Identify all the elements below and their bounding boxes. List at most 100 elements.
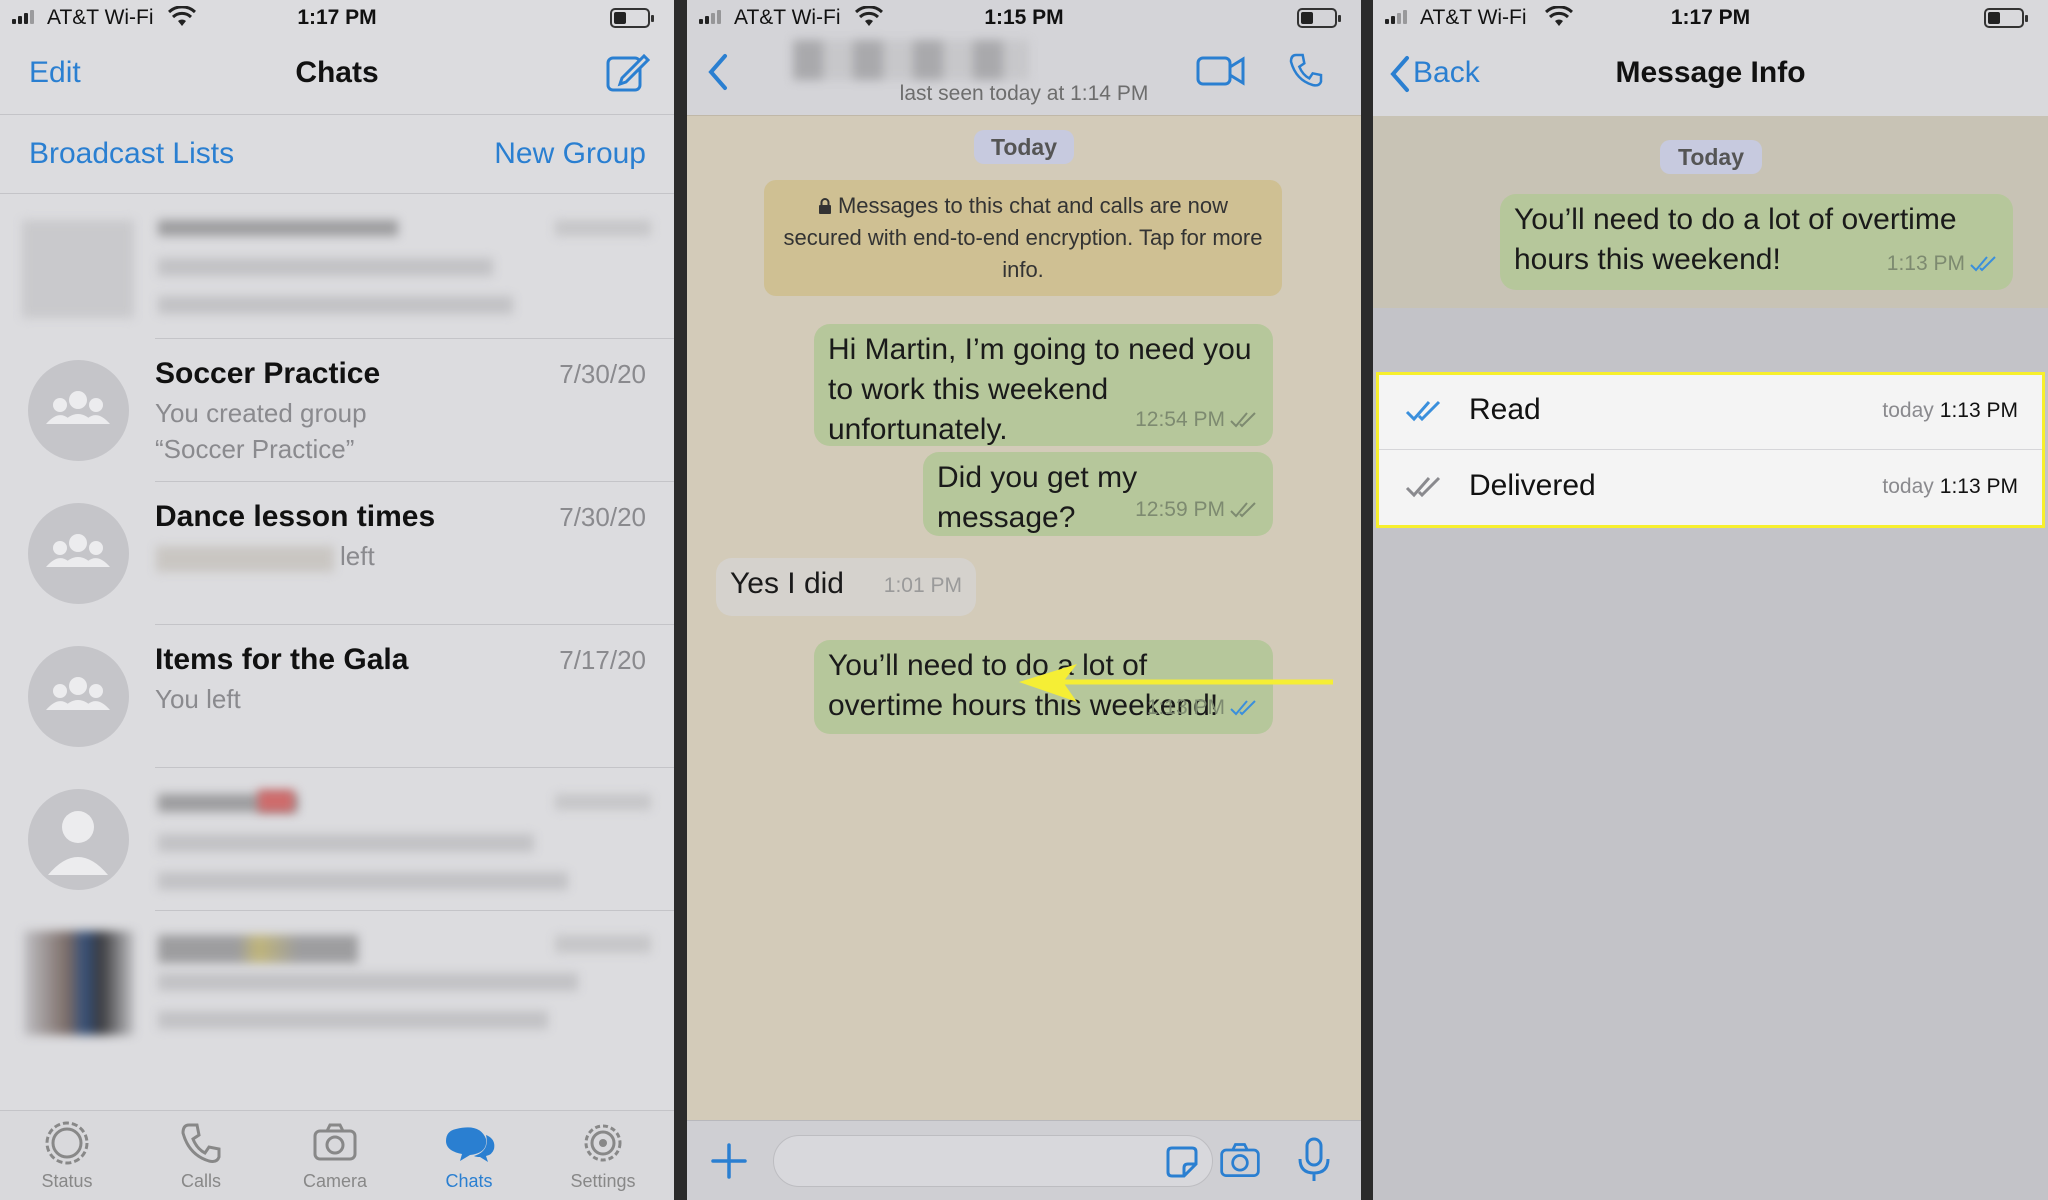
sticker-icon[interactable]	[1164, 1144, 1200, 1180]
receipt-time: 1:13 PM	[1939, 475, 2018, 498]
chats-screen: AT&T Wi-Fi 1:17 PM Edit Chats Broadcast …	[0, 0, 674, 1200]
group-avatar	[28, 360, 129, 461]
tab-label: Calls	[180, 1171, 221, 1191]
redacted-preview	[158, 973, 578, 991]
receipt-timestamp: today 1:13 PM	[1882, 399, 2018, 423]
contact-avatar	[28, 789, 129, 890]
read-receipt-row: Read today 1:13 PM	[1379, 375, 2042, 450]
message-text: Yes I did	[730, 567, 844, 600]
chat-date: 7/30/20	[559, 502, 646, 532]
chat-row-redacted[interactable]	[0, 196, 674, 339]
redacted-date	[555, 220, 651, 236]
double-check-icon	[1230, 412, 1256, 428]
message-time: 12:59 PM	[1135, 498, 1225, 521]
battery-icon	[1984, 8, 2028, 28]
chat-row-redacted[interactable]	[0, 768, 674, 911]
chat-name: Dance lesson times	[155, 500, 436, 533]
date-chip: Today	[974, 130, 1074, 164]
tab-label: Settings	[570, 1171, 636, 1191]
group-icon	[46, 391, 110, 424]
message-time: 1:13 PM	[1886, 252, 1965, 275]
tab-bar: Status Calls Camera Chats Settings	[0, 1110, 674, 1200]
redacted-date	[555, 794, 651, 810]
page-title: Chats	[295, 56, 379, 89]
page-title: Message Info	[1615, 56, 1806, 89]
message-bubble-outgoing[interactable]: Did you get my message? 12:59 PM	[923, 452, 1273, 536]
message-info-screen: AT&T Wi-Fi 1:17 PM Back Message Info Tod…	[1373, 0, 2048, 1200]
microphone-icon[interactable]	[1296, 1137, 1332, 1185]
tab-settings[interactable]: Settings	[536, 1119, 670, 1192]
tab-camera[interactable]: Camera	[268, 1119, 402, 1192]
chat-date: 7/30/20	[559, 359, 646, 389]
conversation-screen: AT&T Wi-Fi 1:15 PM last seen today at 1:…	[687, 0, 1361, 1200]
message-meta: 1:13 PM	[1887, 244, 1999, 284]
lock-icon	[818, 198, 831, 214]
video-call-icon[interactable]	[1196, 54, 1246, 88]
message-time: 12:54 PM	[1135, 408, 1225, 431]
message-text: Did you get my message?	[937, 461, 1138, 534]
redacted-name	[158, 935, 358, 963]
chat-row-items-for-the-gala[interactable]: Items for the Gala 7/17/20 You left	[0, 625, 674, 768]
double-check-icon	[1230, 502, 1256, 518]
redacted-avatar	[24, 931, 134, 1035]
chat-preview: You created group “Soccer Practice”	[155, 395, 367, 467]
chat-row-redacted[interactable]	[0, 911, 674, 1054]
redacted-member-name	[156, 546, 334, 572]
chat-preview-line: You created group	[155, 398, 367, 428]
receipt-timestamp: today 1:13 PM	[1882, 475, 2018, 499]
last-seen-label: last seen today at 1:14 PM	[899, 82, 1149, 105]
group-icon	[46, 677, 110, 710]
status-icon	[45, 1121, 89, 1165]
redacted-preview	[158, 258, 493, 276]
receipt-label: Delivered	[1469, 469, 1596, 502]
chat-name: Items for the Gala	[155, 643, 409, 676]
chat-preview-line: You left	[155, 684, 241, 714]
redacted-preview	[158, 1011, 548, 1029]
message-input[interactable]	[773, 1135, 1213, 1187]
receipt-time: 1:13 PM	[1939, 399, 2018, 422]
receipt-label: Read	[1469, 393, 1541, 426]
camera-icon[interactable]	[1218, 1139, 1262, 1183]
chat-row-soccer-practice[interactable]: Soccer Practice 7/30/20 You created grou…	[0, 339, 674, 482]
redacted-date	[555, 935, 651, 953]
receipt-day: today	[1882, 399, 1934, 422]
clock: 1:17 PM	[1670, 6, 1751, 29]
plus-icon[interactable]	[709, 1141, 749, 1181]
clock: 1:15 PM	[984, 6, 1064, 29]
message-input-bar	[687, 1120, 1361, 1200]
compose-icon[interactable]	[604, 50, 650, 96]
tab-label: Chats	[445, 1171, 493, 1191]
chat-name: Soccer Practice	[155, 357, 381, 390]
message-meta: 12:59 PM	[1135, 490, 1259, 530]
broadcast-bar: Broadcast Lists New Group	[0, 114, 674, 194]
group-avatar	[28, 503, 129, 604]
chat-preview-line: “Soccer Practice”	[155, 434, 355, 464]
new-group-link[interactable]: New Group	[494, 137, 646, 171]
conversation-nav-bar: last seen today at 1:14 PM	[687, 36, 1361, 116]
message-bubble-outgoing[interactable]: Hi Martin, I’m going to need you to work…	[814, 324, 1273, 446]
encryption-notice[interactable]: Messages to this chat and calls are now …	[764, 180, 1282, 296]
status-bar: AT&T Wi-Fi 1:17 PM	[1373, 0, 2048, 36]
tab-label: Camera	[302, 1171, 368, 1191]
phone-icon[interactable]	[1286, 50, 1326, 90]
status-bar: AT&T Wi-Fi 1:15 PM	[687, 0, 1361, 36]
message-bubble-incoming[interactable]: Yes I did 1:01 PM	[716, 558, 976, 616]
message-preview-area: Today You’ll need to do a lot of overtim…	[1373, 116, 2048, 308]
message-bubble-outgoing: You’ll need to do a lot of overtime hour…	[1500, 194, 2013, 290]
delivered-receipt-row: Delivered today 1:13 PM	[1379, 451, 2042, 526]
tab-calls[interactable]: Calls	[134, 1119, 268, 1192]
chats-icon	[446, 1127, 495, 1162]
broadcast-lists-link[interactable]: Broadcast Lists	[29, 137, 234, 171]
redacted-avatar	[22, 220, 134, 318]
phone-icon	[181, 1123, 221, 1163]
chat-row-dance-lesson-times[interactable]: Dance lesson times 7/30/20 left	[0, 482, 674, 625]
highlight-arrow	[1019, 664, 1333, 702]
tab-chats[interactable]: Chats	[402, 1119, 536, 1192]
encryption-notice-text: Messages to this chat and calls are now …	[783, 193, 1263, 282]
double-check-read-icon	[1970, 256, 1996, 272]
camera-icon	[313, 1123, 357, 1161]
redacted-preview	[158, 834, 534, 852]
tab-status[interactable]: Status	[0, 1119, 134, 1192]
redacted-preview	[158, 296, 513, 314]
redacted-contact-name[interactable]	[793, 40, 1029, 80]
